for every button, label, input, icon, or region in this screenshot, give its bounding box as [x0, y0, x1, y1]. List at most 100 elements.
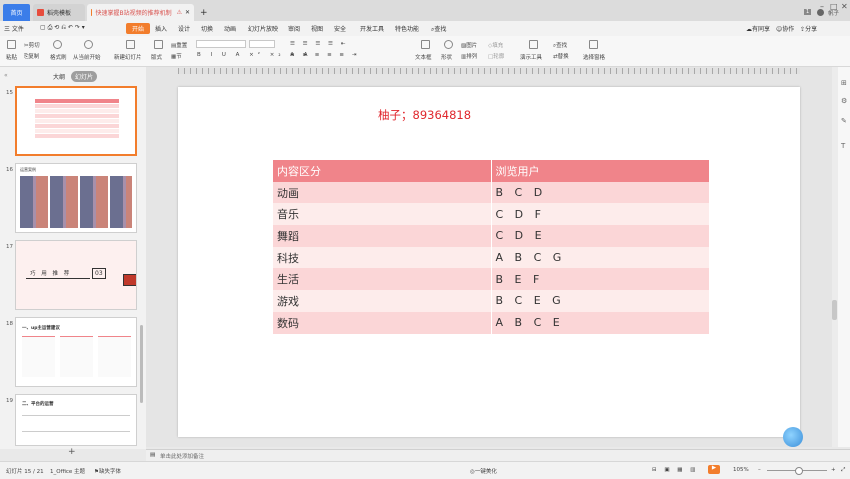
- table-cell-category[interactable]: 科技: [273, 246, 492, 269]
- select-pane-label[interactable]: 选择窗格: [583, 53, 605, 61]
- font-size-combo[interactable]: [249, 40, 275, 48]
- zoom-out-icon[interactable]: –: [758, 467, 761, 473]
- play-slideshow-button[interactable]: ▶: [708, 465, 720, 474]
- copy-button[interactable]: ⎘复制: [24, 52, 39, 61]
- menu-developer[interactable]: 开发工具: [360, 24, 384, 33]
- picture-button[interactable]: ▨图片: [461, 41, 477, 49]
- table-cell-category[interactable]: 游戏: [273, 290, 492, 312]
- table-cell-category[interactable]: 动画: [273, 181, 492, 204]
- fit-window-icon[interactable]: ⤢: [841, 467, 845, 474]
- beautify-button[interactable]: ◎一键美化: [470, 467, 497, 475]
- current-slide[interactable]: 柚子；89364818 内容区分 浏览用户 动画 B C D 音乐 C D F …: [178, 87, 800, 437]
- layout-icon[interactable]: [154, 40, 163, 49]
- new-slide-icon[interactable]: [126, 40, 135, 49]
- reset-button[interactable]: ▤重置: [171, 41, 187, 49]
- minimize-icon[interactable]: –: [820, 2, 824, 11]
- table-cell-users[interactable]: A B C G: [491, 246, 709, 269]
- menu-review[interactable]: 审阅: [288, 24, 300, 33]
- tab-document[interactable]: 快速掌握B站视频的推荐机制 ⚠ ✕: [87, 4, 194, 21]
- pen-icon[interactable]: ✎: [841, 117, 847, 125]
- expand-icon[interactable]: ⊞: [841, 79, 847, 87]
- maximize-icon[interactable]: □: [830, 2, 838, 11]
- menu-design[interactable]: 设计: [178, 24, 190, 33]
- new-slide-label[interactable]: 新建幻灯片: [114, 53, 142, 61]
- table-row[interactable]: 生活 B E F: [273, 268, 709, 291]
- play-from-current-icon[interactable]: [84, 40, 93, 49]
- quick-access-icons[interactable]: ▢ ⎙ ⟲ ⎌ ↶ ↷ ▾: [40, 24, 85, 32]
- slide-thumbnail-18[interactable]: 一、up主运营建议: [15, 317, 137, 387]
- section-button[interactable]: ▦节: [171, 52, 182, 60]
- table-cell-category[interactable]: 生活: [273, 268, 492, 291]
- menu-features[interactable]: 特色功能: [395, 24, 419, 33]
- layout-label[interactable]: 版式: [151, 53, 162, 61]
- menu-animation[interactable]: 动画: [224, 24, 236, 33]
- tab-outline[interactable]: 大纲: [53, 72, 65, 81]
- cut-button[interactable]: ✂剪切: [24, 41, 40, 49]
- shape-icon[interactable]: [444, 40, 453, 49]
- paste-label[interactable]: 粘贴: [6, 53, 17, 61]
- floating-assistant-icon[interactable]: [783, 427, 803, 447]
- slide-thumbnail-17[interactable]: 巧 用 推 荐 03: [15, 240, 137, 310]
- shape-label[interactable]: 形状: [441, 53, 452, 61]
- menu-search[interactable]: ⌕查找: [431, 24, 446, 34]
- menu-view[interactable]: 视图: [311, 24, 323, 33]
- tab-home[interactable]: 首页: [3, 4, 30, 21]
- add-slide-button[interactable]: +: [68, 447, 76, 457]
- paste-icon[interactable]: [7, 40, 16, 49]
- table-cell-users[interactable]: C D E: [491, 225, 709, 247]
- table-row[interactable]: 舞蹈 C D E: [273, 225, 709, 247]
- zoom-level[interactable]: 105%: [733, 467, 749, 473]
- table-cell-users[interactable]: B E F: [491, 268, 709, 291]
- arrange-button[interactable]: ▥排列: [461, 52, 477, 60]
- menu-slideshow[interactable]: 幻灯片放映: [248, 24, 278, 33]
- table-row[interactable]: 科技 A B C G: [273, 246, 709, 269]
- text-icon[interactable]: T: [841, 142, 845, 150]
- menu-transition[interactable]: 切换: [201, 24, 213, 33]
- format-painter-label[interactable]: 格式刷: [50, 53, 67, 61]
- slide-thumbnail-15[interactable]: [15, 86, 137, 156]
- close-tab-icon[interactable]: ✕: [185, 9, 190, 16]
- find-button[interactable]: ⌕查找: [553, 41, 567, 50]
- presentation-tool-label[interactable]: 演示工具: [520, 53, 542, 61]
- table-header-users[interactable]: 浏览用户: [491, 160, 709, 182]
- table-cell-category[interactable]: 舞蹈: [273, 225, 492, 247]
- from-current-label[interactable]: 从当前开始: [73, 53, 101, 61]
- table-cell-users[interactable]: C D F: [491, 203, 709, 226]
- table-cell-category[interactable]: 音乐: [273, 203, 492, 226]
- content-table[interactable]: 内容区分 浏览用户 动画 B C D 音乐 C D F 舞蹈 C D E 科技 …: [273, 160, 709, 334]
- new-tab-button[interactable]: +: [200, 4, 208, 21]
- format-painter-icon[interactable]: [53, 40, 62, 49]
- tab-slides[interactable]: 幻灯片: [71, 71, 98, 82]
- textbox-label[interactable]: 文本框: [415, 53, 432, 61]
- menu-insert[interactable]: 插入: [155, 24, 167, 33]
- paragraph-buttons[interactable]: ☰ ☰ ☰ ☰ ⇤: [290, 41, 348, 47]
- align-buttons[interactable]: ≡ ≡ ≡ ≡ ≡ ⇥: [290, 52, 359, 58]
- zoom-slider-handle[interactable]: [795, 467, 803, 475]
- table-cell-users[interactable]: B C D: [491, 181, 709, 204]
- missing-font-button[interactable]: ⚑缺失字体: [94, 467, 121, 475]
- menu-home[interactable]: 开始: [126, 23, 151, 34]
- table-row[interactable]: 数码 A B C E: [273, 311, 709, 334]
- select-pane-icon[interactable]: [589, 40, 598, 49]
- menu-security[interactable]: 安全: [334, 24, 346, 33]
- table-row[interactable]: 音乐 C D F: [273, 203, 709, 226]
- replace-button[interactable]: ⇄替换: [553, 52, 569, 60]
- notes-bar[interactable]: ▤ 单击此处添加备注: [146, 449, 850, 461]
- table-cell-users[interactable]: A B C E: [491, 311, 709, 334]
- outline-button[interactable]: □轮廓: [488, 52, 504, 60]
- zoom-in-icon[interactable]: +: [831, 467, 836, 473]
- slide-thumbnail-19[interactable]: 二、平台的运营: [15, 394, 137, 446]
- close-window-icon[interactable]: ✕: [841, 2, 848, 11]
- table-row[interactable]: 动画 B C D: [273, 181, 709, 204]
- fill-button[interactable]: ◇填充: [488, 41, 503, 49]
- collapse-pane-icon[interactable]: «: [4, 72, 8, 79]
- file-menu[interactable]: 三 文件: [4, 24, 24, 33]
- thumbnail-scrollbar[interactable]: [140, 325, 143, 403]
- font-name-combo[interactable]: [196, 40, 246, 48]
- slide-title[interactable]: 柚子；89364818: [378, 107, 471, 123]
- table-cell-users[interactable]: B C E G: [491, 290, 709, 312]
- vertical-scroll-thumb[interactable]: [832, 300, 837, 320]
- textbox-icon[interactable]: [421, 40, 430, 49]
- view-mode-buttons[interactable]: ⊟ ▣ ▦ ▥: [652, 467, 698, 473]
- notes-placeholder[interactable]: 单击此处添加备注: [160, 452, 204, 460]
